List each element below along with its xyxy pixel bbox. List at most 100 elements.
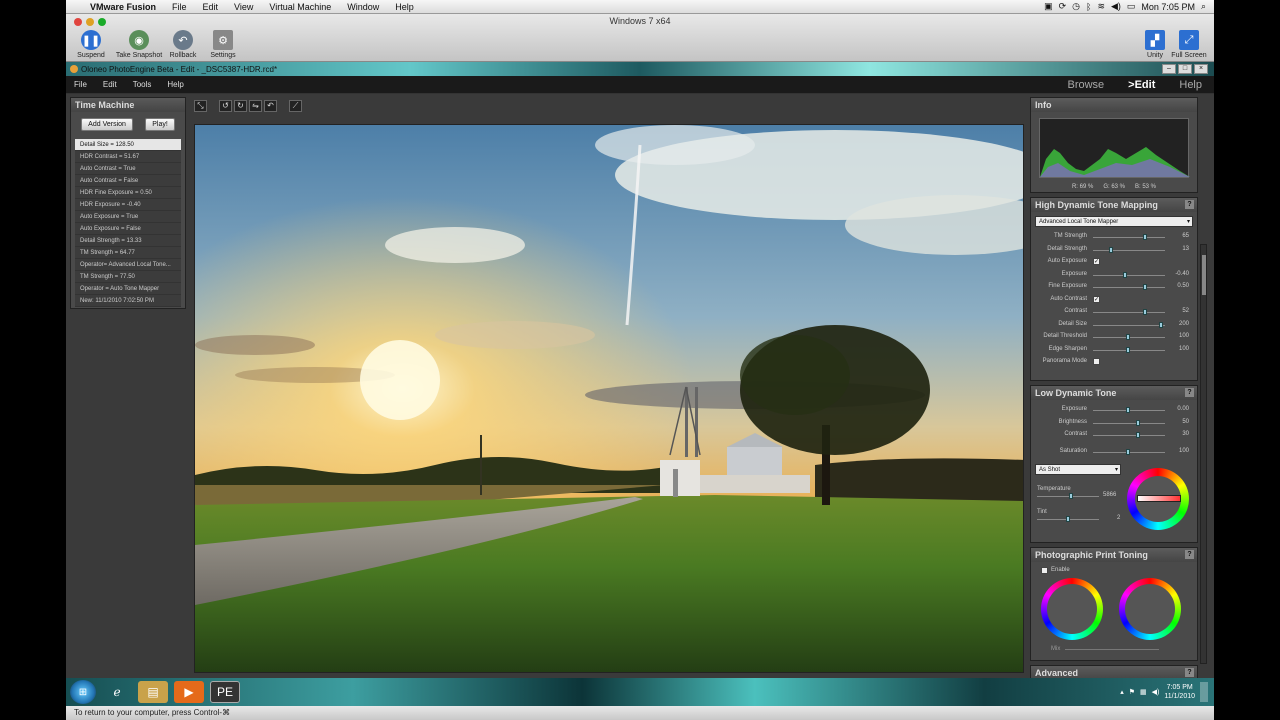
minimize-icon[interactable]: – <box>1162 64 1176 74</box>
slider-value[interactable]: -0.40 <box>1175 271 1189 277</box>
close-icon[interactable]: × <box>1194 64 1208 74</box>
media-player-icon[interactable]: ▶ <box>174 681 204 703</box>
app-menu-help[interactable]: Help <box>159 80 191 89</box>
scrollbar-thumb[interactable] <box>1202 255 1206 295</box>
app-menu-edit[interactable]: Edit <box>95 80 125 89</box>
tray-up-icon[interactable]: ▴ <box>1120 688 1124 696</box>
start-button[interactable]: ⊞ <box>70 680 96 704</box>
undo-icon[interactable]: ↶ <box>264 100 277 112</box>
slider-track[interactable] <box>1093 324 1165 326</box>
slider-knob[interactable] <box>1109 246 1113 253</box>
action-center-icon[interactable]: ⚑ <box>1129 688 1135 696</box>
list-item[interactable]: HDR Fine Exposure = 0.50 <box>75 187 181 199</box>
slider-knob[interactable] <box>1125 407 1130 413</box>
slider-knob[interactable] <box>1135 419 1140 426</box>
add-version-button[interactable]: Add Version <box>81 118 133 131</box>
color-wheel[interactable] <box>1127 468 1189 530</box>
auto-contrast-checkbox[interactable]: ✓ <box>1093 295 1100 303</box>
slider-knob[interactable] <box>1123 271 1128 278</box>
list-item[interactable]: HDR Contrast = 51.67 <box>75 151 181 163</box>
menu-edit[interactable]: Edit <box>195 0 227 14</box>
mix-slider[interactable] <box>1065 649 1159 650</box>
slider-value[interactable]: 13 <box>1182 246 1189 252</box>
shadow-color-wheel[interactable] <box>1119 578 1181 640</box>
play-button[interactable]: Play! <box>145 118 175 131</box>
taskbar-clock[interactable]: 7:05 PM 11/1/2010 <box>1164 683 1195 701</box>
slider-track[interactable] <box>1093 422 1165 424</box>
menu-virtual-machine[interactable]: Virtual Machine <box>261 0 339 14</box>
menu-view[interactable]: View <box>226 0 261 14</box>
list-item[interactable]: Auto Contrast = False <box>75 175 181 187</box>
list-item[interactable]: Auto Contrast = True <box>75 163 181 175</box>
tint-knob[interactable] <box>1066 516 1070 522</box>
auto-exposure-checkbox[interactable]: ✓ <box>1093 258 1100 265</box>
show-desktop-button[interactable] <box>1200 682 1208 702</box>
list-item[interactable]: New: 11/1/2010 7:02:50 PM <box>75 295 181 307</box>
help-icon[interactable]: ? <box>1185 388 1194 397</box>
slider-knob[interactable] <box>1125 346 1130 353</box>
sync-icon[interactable]: ⟳ <box>1059 1 1067 12</box>
full-screen-button[interactable]: ⤢ Full Screen <box>1164 30 1214 59</box>
photoengine-icon[interactable]: PE <box>210 681 240 703</box>
help-icon[interactable]: ? <box>1185 200 1194 209</box>
crop-icon[interactable]: ⟋ <box>289 100 302 112</box>
volume-icon[interactable]: ◀) <box>1111 1 1121 12</box>
app-menu-tools[interactable]: Tools <box>125 80 160 89</box>
slider-track[interactable] <box>1093 312 1165 313</box>
list-item[interactable]: Detail Strength = 13.33 <box>75 235 181 247</box>
slider-knob[interactable] <box>1125 334 1130 340</box>
list-item[interactable]: Auto Exposure = True <box>75 211 181 223</box>
wifi-icon[interactable]: ≋ <box>1097 1 1105 12</box>
suspend-button[interactable]: ❚❚ Suspend <box>66 30 116 59</box>
settings-button[interactable]: ⚙ Settings <box>198 30 248 59</box>
saturation-value[interactable]: 100 <box>1179 448 1189 454</box>
help-icon[interactable]: ? <box>1185 550 1194 559</box>
slider-knob[interactable] <box>1142 284 1147 290</box>
temperature-track[interactable] <box>1037 496 1099 497</box>
list-item[interactable]: Operator = Auto Tone Mapper <box>75 283 181 295</box>
slider-value[interactable]: 30 <box>1182 431 1189 437</box>
list-item[interactable]: TM Strength = 64.77 <box>75 247 181 259</box>
slider-value[interactable]: 52 <box>1182 308 1189 314</box>
explorer-icon[interactable]: ▤ <box>138 681 168 703</box>
flip-icon[interactable]: ⇋ <box>249 100 262 112</box>
network-icon[interactable]: ▦ <box>1140 688 1147 696</box>
list-item[interactable]: TM Strength = 77.50 <box>75 271 181 283</box>
volume-icon[interactable]: ◀) <box>1152 688 1160 696</box>
slider-value[interactable]: 200 <box>1179 321 1189 327</box>
slider-value[interactable]: 0.00 <box>1177 406 1189 412</box>
tab-browse[interactable]: Browse <box>1055 79 1116 91</box>
menu-window[interactable]: Window <box>339 0 387 14</box>
tab-help[interactable]: Help <box>1167 79 1214 91</box>
temperature-knob[interactable] <box>1069 493 1074 499</box>
slider-knob[interactable] <box>1159 321 1164 328</box>
slider-knob[interactable] <box>1142 309 1147 315</box>
slider-value[interactable]: 100 <box>1179 333 1189 339</box>
list-item[interactable]: HDR Exposure = -0.40 <box>75 199 181 211</box>
rotate-left-icon[interactable]: ↺ <box>219 100 232 112</box>
slider-value[interactable]: 0.50 <box>1177 283 1189 289</box>
take-snapshot-button[interactable]: ◉ Take Snapshot <box>114 30 164 59</box>
slider-track[interactable] <box>1093 249 1165 251</box>
spotlight-icon[interactable]: ⌕ <box>1201 1 1206 12</box>
bluetooth-icon[interactable]: ᛒ <box>1086 2 1091 12</box>
mac-clock[interactable]: Mon 7:05 PM <box>1141 2 1195 12</box>
slider-knob[interactable] <box>1142 234 1147 240</box>
clock-icon[interactable]: ◷ <box>1072 1 1080 12</box>
maximize-icon[interactable]: □ <box>1178 64 1192 74</box>
right-panel-scrollbar[interactable] <box>1200 244 1207 664</box>
slider-value[interactable]: 100 <box>1179 346 1189 352</box>
slider-knob[interactable] <box>1135 432 1140 438</box>
list-item[interactable]: Auto Exposure = False <box>75 223 181 235</box>
slider-value[interactable]: 65 <box>1182 233 1189 239</box>
list-item[interactable]: Operator= Advanced Local Tone... <box>75 259 181 271</box>
tab-edit[interactable]: >Edit <box>1116 79 1167 91</box>
photo-canvas[interactable] <box>194 124 1024 673</box>
rotate-right-icon[interactable]: ↻ <box>234 100 247 112</box>
fit-icon[interactable]: ⤡ <box>194 100 207 112</box>
white-balance-select[interactable]: As Shot ▾ <box>1035 464 1121 475</box>
screen-icon[interactable]: ▣ <box>1044 1 1053 12</box>
menu-vmware-fusion[interactable]: VMware Fusion <box>82 0 164 14</box>
slider-track[interactable] <box>1093 237 1165 238</box>
ie-icon[interactable]: ℯ <box>102 681 132 703</box>
